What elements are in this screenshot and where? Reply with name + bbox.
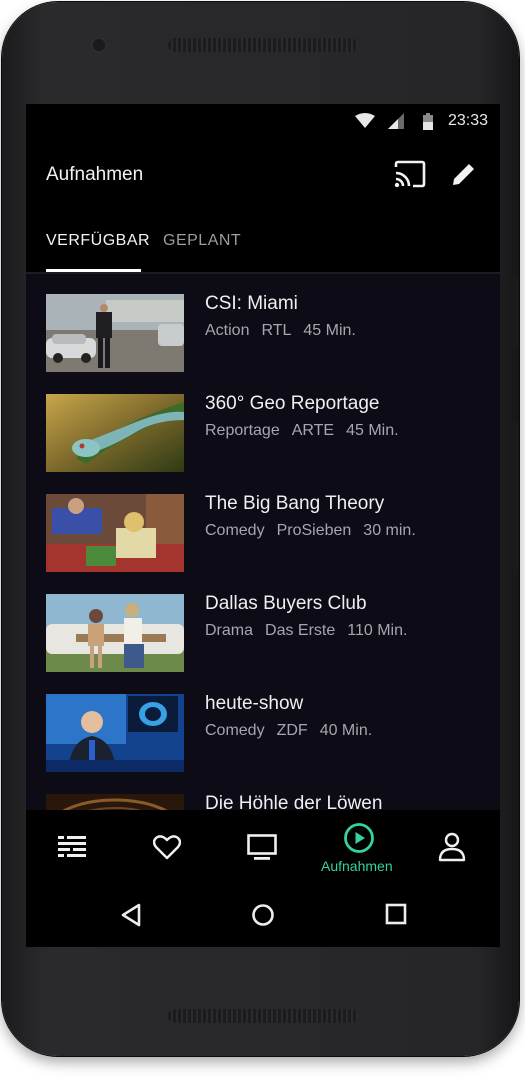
overview-icon[interactable] [385,903,407,925]
recording-meta: Action RTL 45 Min. [205,322,368,340]
recording-duration: 45 Min. [303,322,356,339]
play-circle-icon [344,823,374,853]
list-item-heute-show[interactable]: heute-show Comedy ZDF 40 Min. [26,674,500,774]
phone-frame: 23:33 Aufnahmen VERFÜGBAR GEPLANT CSI: M… [2,2,519,1056]
nav-recordings-label: Aufnahmen [321,858,393,874]
recording-duration: 40 Min. [319,722,373,739]
thumbnail-360-geo-reportage [46,394,184,472]
recording-channel: ZDF [276,722,308,739]
recording-meta: Comedy ZDF 40 Min. [205,722,384,740]
list-item-csi-miami[interactable]: CSI: Miami Action RTL 45 Min. [26,274,500,374]
recording-channel: ProSieben [276,522,352,539]
screen: 23:33 Aufnahmen VERFÜGBAR GEPLANT CSI: M… [26,104,500,947]
front-camera [90,36,108,54]
recording-genre: Action [205,322,250,339]
recording-title: heute-show [205,693,304,714]
recording-title: The Big Bang Theory [205,493,385,514]
recording-title: 360° Geo Reportage [205,393,380,414]
list-item-big-bang-theory[interactable]: The Big Bang Theory Comedy ProSieben 30 mi… [26,474,500,574]
recording-genre: Drama [205,622,254,639]
nav-recordings[interactable]: Aufnahmen [316,810,406,884]
recording-title: Die Höhle der Löwen [205,793,383,810]
recording-duration: 110 Min. [347,622,408,639]
bottom-navigation: Aufnahmen [26,810,500,884]
home-icon[interactable] [251,903,275,927]
list-item-hoehle-der-loewen[interactable]: Die Höhle der Löwen [26,774,500,810]
thumbnail-csi-miami [46,294,184,372]
system-navigation-bar [26,884,500,947]
nav-profile[interactable] [422,810,482,884]
status-bar: 23:33 [26,104,500,138]
recording-channel: Das Erste [265,622,336,639]
thumbnail-hoehle-der-loewen [46,794,184,810]
guide-list-icon [58,836,86,857]
recording-meta: Comedy ProSieben 30 min. [205,522,428,540]
tab-geplant[interactable]: GEPLANT [163,232,241,250]
back-icon[interactable] [120,903,142,927]
recording-duration: 45 Min. [346,422,399,439]
recording-meta: Drama Das Erste 110 Min. [205,622,419,640]
recording-genre: Comedy [205,522,265,539]
battery-icon [423,113,433,130]
recording-genre: Reportage [205,422,280,439]
recording-title: CSI: Miami [205,293,298,314]
app-bar: Aufnahmen [26,138,500,214]
bottom-speaker [168,1009,358,1023]
recording-genre: Comedy [205,722,265,739]
status-time: 23:33 [447,112,488,129]
recording-channel: RTL [261,322,292,339]
recording-title: Dallas Buyers Club [205,593,367,614]
tv-icon [247,834,277,860]
nav-guide[interactable] [46,810,106,884]
cast-icon[interactable] [394,160,426,188]
list-item-360-geo-reportage[interactable]: 360° Geo Reportage Reportage ARTE 45 Min. [26,374,500,474]
heart-icon [153,835,181,860]
thumbnail-big-bang-theory [46,494,184,572]
recordings-list[interactable]: CSI: Miami Action RTL 45 Min. 360° Geo R… [26,274,500,810]
volume-button [513,422,519,576]
nav-live-tv[interactable] [234,810,294,884]
wifi-icon [355,113,375,128]
thumbnail-dallas-buyers-club [46,594,184,672]
recording-meta: Reportage ARTE 45 Min. [205,422,411,440]
page-title: Aufnahmen [46,164,144,185]
power-button [513,276,519,348]
earpiece-speaker [168,38,358,52]
active-tab-indicator [46,269,141,272]
nav-favorites[interactable] [140,810,200,884]
thumbnail-heute-show [46,694,184,772]
signal-icon [388,113,404,129]
pencil-icon[interactable] [450,160,478,188]
tab-bar: VERFÜGBAR GEPLANT [26,214,500,274]
tab-verfuegbar[interactable]: VERFÜGBAR [46,232,150,250]
recording-duration: 30 min. [363,522,416,539]
list-item-dallas-buyers-club[interactable]: Dallas Buyers Club Drama Das Erste 110 Min… [26,574,500,674]
recording-channel: ARTE [291,422,335,439]
profile-icon [438,832,466,862]
